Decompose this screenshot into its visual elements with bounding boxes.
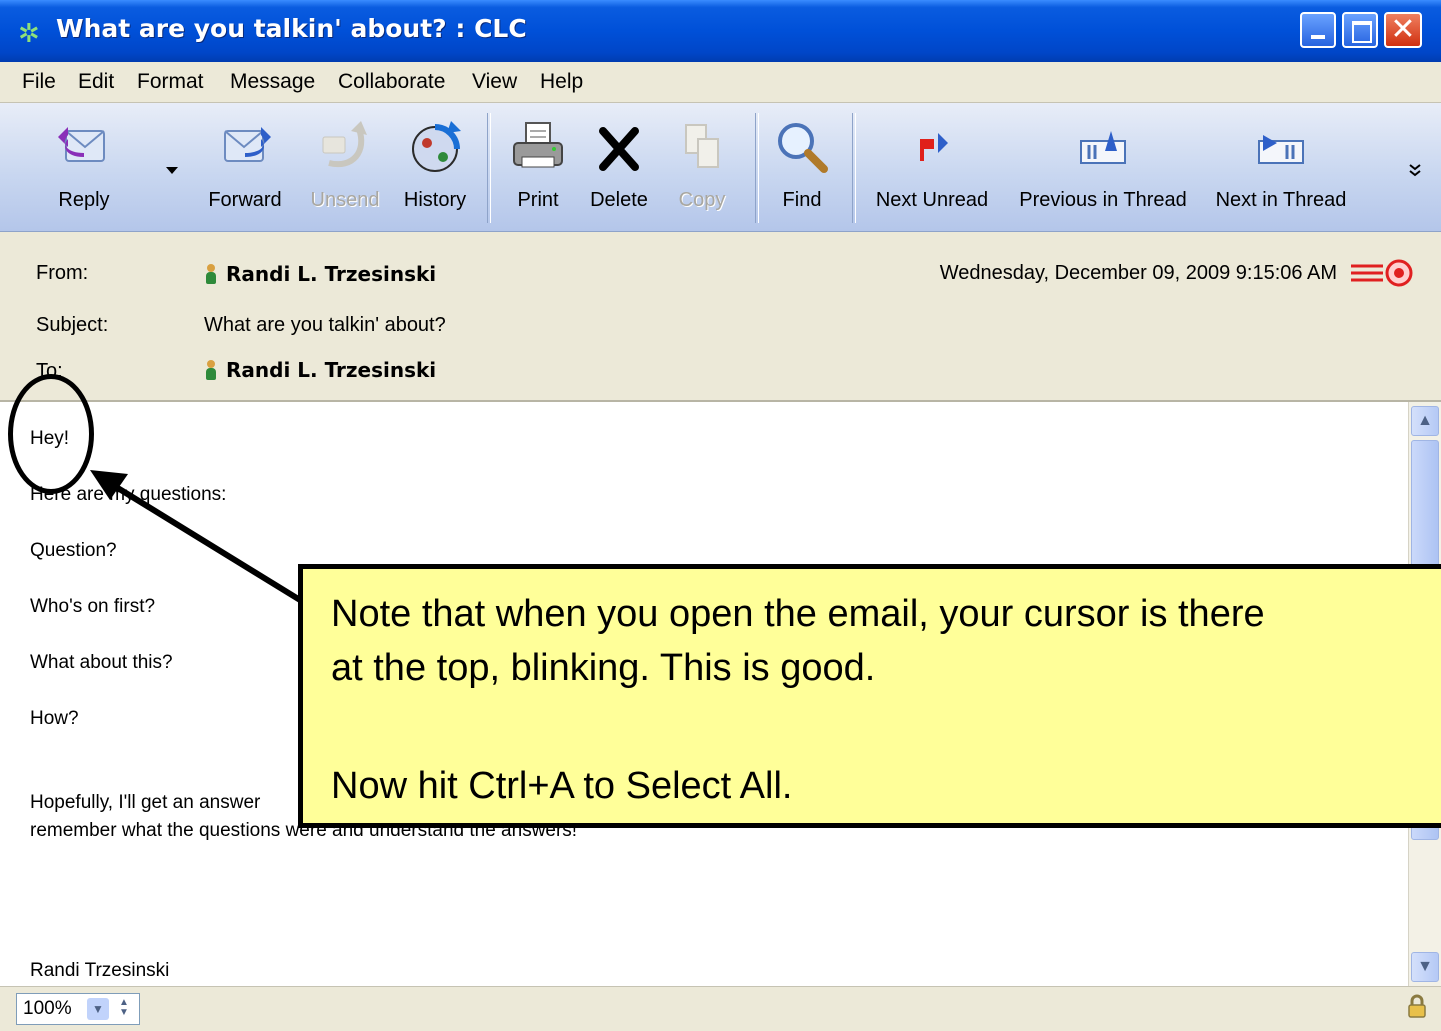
menu-format[interactable]: Format xyxy=(137,70,204,94)
next-unread-label: Next Unread xyxy=(875,189,989,211)
scroll-up-button[interactable]: ▲ xyxy=(1411,406,1439,436)
callout-line: at the top, blinking. This is good. xyxy=(331,647,876,689)
person-icon xyxy=(204,264,218,284)
body-line: Hopefully, I'll get an answer xyxy=(30,792,261,813)
toolbar: Reply Forward Unsend History Print Delet… xyxy=(0,103,1441,232)
lock-icon xyxy=(1408,994,1426,1018)
callout-line: Now hit Ctrl+A to Select All. xyxy=(331,765,793,807)
from-label: From: xyxy=(36,262,89,284)
reply-dropdown[interactable] xyxy=(160,103,184,231)
chevron-double-icon xyxy=(1409,164,1421,177)
menu-file[interactable]: File xyxy=(22,70,56,94)
reply-icon xyxy=(58,127,105,162)
next-unread-flag-icon xyxy=(920,133,948,161)
unsend-icon xyxy=(322,121,367,168)
body-line: Who's on first? xyxy=(30,596,156,617)
next-in-thread-label: Next in Thread xyxy=(1215,189,1347,211)
zoom-control[interactable]: 100% ▼ ▲ ▼ xyxy=(16,993,140,1025)
previous-thread-icon xyxy=(1080,131,1126,164)
status-bar: 100% ▼ ▲ ▼ xyxy=(0,986,1441,1031)
history-label: History xyxy=(403,189,467,211)
email-window: ✲ What are you talkin' about? : CLC ✕ Fi… xyxy=(0,0,1441,1031)
copy-button[interactable]: Copy xyxy=(666,103,738,231)
chevron-down-icon[interactable]: ▼ xyxy=(87,998,109,1020)
close-button[interactable]: ✕ xyxy=(1384,12,1422,48)
forward-button[interactable]: Forward xyxy=(196,103,294,231)
subject-value: What are you talkin' about? xyxy=(204,314,446,336)
priority-icon xyxy=(1351,259,1413,287)
menu-edit[interactable]: Edit xyxy=(78,70,114,94)
menu-view[interactable]: View xyxy=(472,70,517,94)
next-thread-icon xyxy=(1258,135,1304,164)
delete-button[interactable]: Delete xyxy=(582,103,656,231)
menu-collaborate[interactable]: Collaborate xyxy=(338,70,445,94)
to-recipient[interactable]: Randi L. Trzesinski xyxy=(204,358,436,382)
toolbar-overflow-button[interactable] xyxy=(1400,103,1430,231)
history-icon xyxy=(412,121,461,172)
unsend-button[interactable]: Unsend xyxy=(304,103,386,231)
print-label: Print xyxy=(517,189,559,211)
minimize-icon xyxy=(1302,14,1334,46)
window-title: What are you talkin' about? : CLC xyxy=(56,14,527,43)
subject-label: Subject: xyxy=(36,314,109,336)
history-button[interactable]: History xyxy=(396,103,474,231)
person-icon xyxy=(204,360,218,380)
body-line: How? xyxy=(30,708,79,729)
chevron-down-icon xyxy=(166,167,178,174)
previous-in-thread-button[interactable]: Previous in Thread xyxy=(1008,103,1198,231)
forward-icon xyxy=(224,127,271,162)
maximize-button[interactable] xyxy=(1342,12,1378,48)
copy-label: Copy xyxy=(678,189,726,211)
toolbar-separator xyxy=(755,113,759,223)
copy-icon xyxy=(685,124,719,168)
find-button[interactable]: Find xyxy=(766,103,838,231)
close-icon: ✕ xyxy=(1390,12,1416,47)
body-line: What about this? xyxy=(30,652,173,673)
printer-icon xyxy=(513,122,563,168)
scroll-down-button[interactable]: ▼ xyxy=(1411,952,1439,982)
minimize-button[interactable] xyxy=(1300,12,1336,48)
message-date: Wednesday, December 09, 2009 9:15:06 AM xyxy=(939,262,1337,284)
unsend-label: Unsend xyxy=(310,189,380,211)
zoom-value: 100% xyxy=(23,998,72,1019)
find-label: Find xyxy=(782,189,822,211)
callout-note: Note that when you open the email, your … xyxy=(298,564,1441,828)
print-button[interactable]: Print xyxy=(500,103,576,231)
from-sender[interactable]: Randi L. Trzesinski xyxy=(204,262,436,286)
body-line: Question? xyxy=(30,540,117,561)
callout-circle xyxy=(8,374,94,494)
menu-message[interactable]: Message xyxy=(230,70,315,94)
magnifier-icon xyxy=(778,123,828,173)
reply-label: Reply xyxy=(58,189,110,211)
menu-help[interactable]: Help xyxy=(540,70,583,94)
previous-in-thread-label: Previous in Thread xyxy=(1019,189,1187,211)
to-value: Randi L. Trzesinski xyxy=(226,358,437,382)
signature: Randi Trzesinski xyxy=(30,960,170,981)
toolbar-separator xyxy=(852,113,856,223)
delete-label: Delete xyxy=(590,189,648,211)
toolbar-separator xyxy=(487,113,491,223)
menu-bar: File Edit Format Message Collaborate Vie… xyxy=(0,62,1441,103)
delete-x-icon xyxy=(599,127,639,171)
zoom-spinner-icon[interactable]: ▲ ▼ xyxy=(115,998,133,1020)
next-unread-button[interactable]: Next Unread xyxy=(866,103,998,231)
forward-label: Forward xyxy=(208,189,282,211)
maximize-icon xyxy=(1344,14,1376,46)
title-bar[interactable]: ✲ What are you talkin' about? : CLC ✕ xyxy=(0,0,1441,62)
reply-button[interactable]: Reply xyxy=(40,103,128,231)
next-in-thread-button[interactable]: Next in Thread xyxy=(1206,103,1356,231)
app-icon: ✲ xyxy=(18,18,40,48)
message-header: From: Randi L. Trzesinski Wednesday, Dec… xyxy=(0,232,1441,402)
from-value: Randi L. Trzesinski xyxy=(226,262,437,286)
callout-line: Note that when you open the email, your … xyxy=(331,593,1265,635)
